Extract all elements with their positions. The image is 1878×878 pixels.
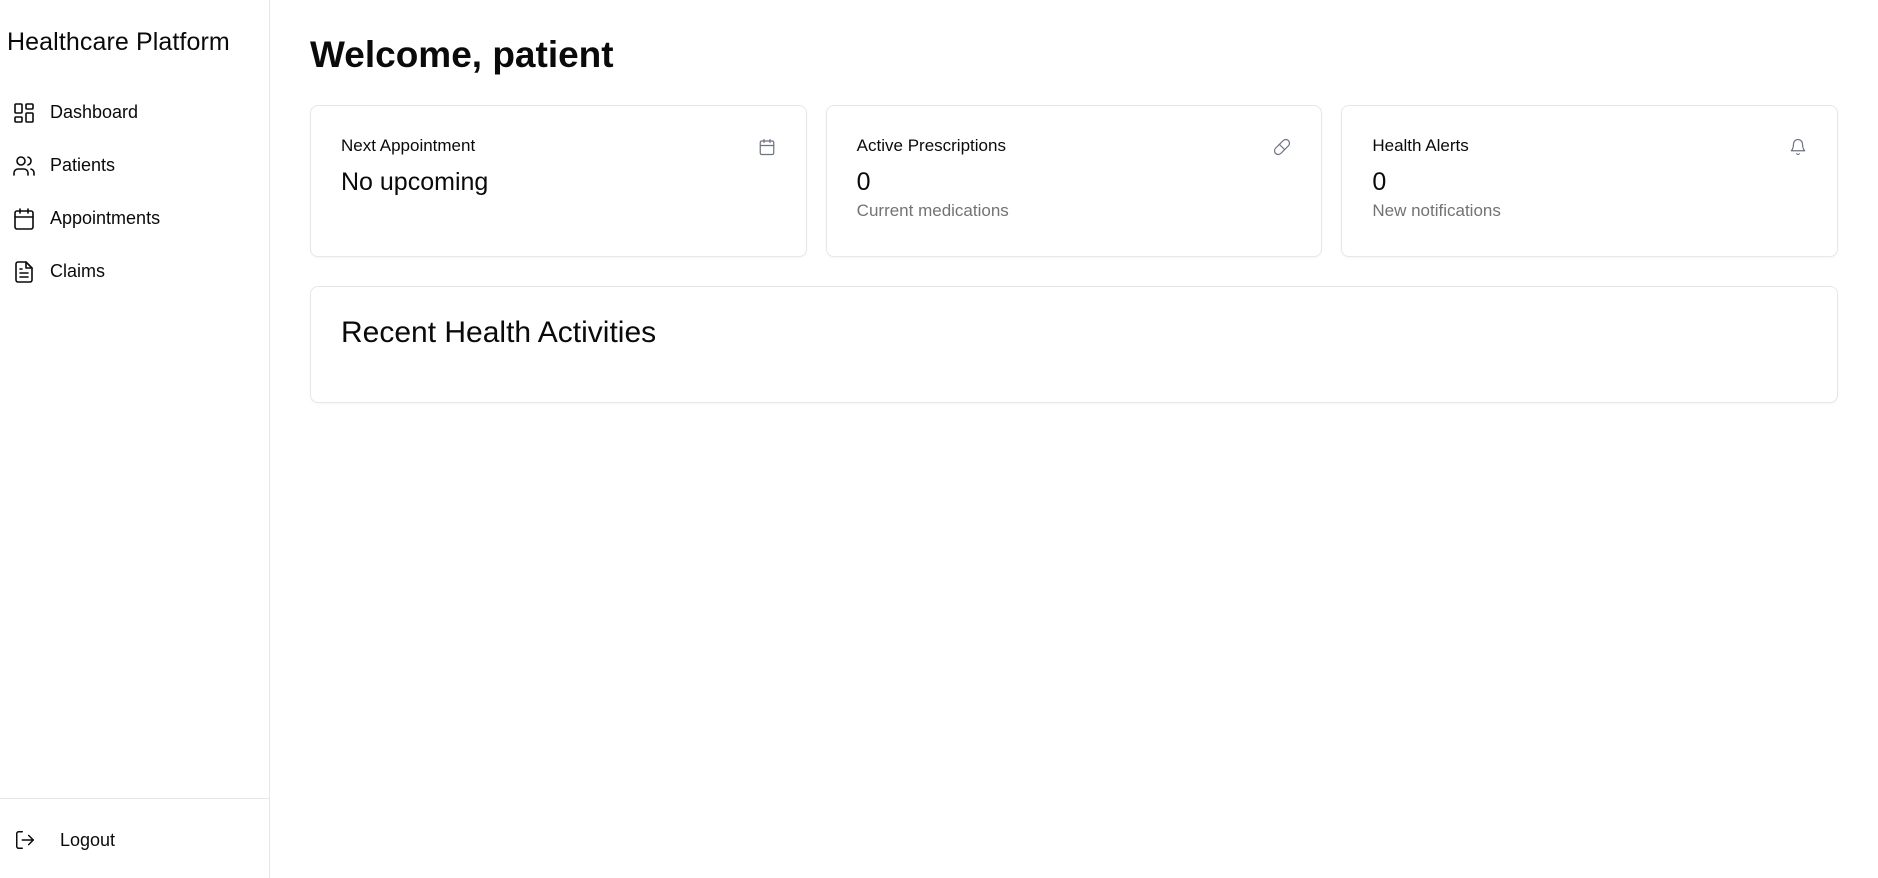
health-alerts-card: Health Alerts 0 New notifications	[1341, 105, 1839, 257]
file-text-icon	[12, 260, 36, 284]
card-value: 0	[1372, 168, 1387, 196]
logout-icon	[14, 829, 36, 851]
main-content: Welcome, patient Next Appointment No upc…	[270, 0, 1878, 878]
app-root: Healthcare Platform Dashboard Patients A…	[0, 0, 1878, 878]
card-subtitle: Current medications	[856, 201, 1009, 220]
bell-icon	[1789, 138, 1807, 156]
logout-label: Logout	[60, 829, 116, 850]
card-title: Active Prescriptions	[856, 136, 1006, 155]
card-title: Health Alerts	[1372, 136, 1469, 155]
recent-activities-title: Recent Health Activities	[341, 316, 657, 349]
sidebar-item-label: Claims	[50, 261, 106, 281]
card-value: No upcoming	[341, 168, 489, 196]
sidebar-item-patients[interactable]: Patients	[0, 139, 269, 192]
sidebar-item-label: Patients	[50, 155, 116, 175]
calendar-icon	[758, 138, 776, 156]
sidebar-item-label: Appointments	[50, 208, 161, 228]
sidebar-footer: Logout	[0, 798, 269, 878]
card-title: Next Appointment	[341, 136, 476, 155]
next-appointment-card: Next Appointment No upcoming	[310, 105, 807, 257]
active-prescriptions-card: Active Prescriptions 0 Current medicatio…	[825, 105, 1323, 257]
sidebar-item-dashboard[interactable]: Dashboard	[0, 86, 269, 139]
users-icon	[12, 154, 36, 178]
card-value: 0	[856, 168, 871, 196]
pill-icon	[1273, 138, 1291, 156]
logout-button[interactable]: Logout	[14, 829, 115, 851]
summary-cards: Next Appointment No upcoming Active Pres…	[310, 105, 1839, 257]
sidebar-nav: Dashboard Patients Appointments Claims	[0, 86, 269, 298]
sidebar-item-claims[interactable]: Claims	[0, 245, 269, 298]
card-subtitle: New notifications	[1372, 201, 1501, 220]
sidebar-item-label: Dashboard	[50, 102, 139, 122]
layout-dashboard-icon	[12, 101, 36, 125]
app-title: Healthcare Platform	[7, 28, 230, 56]
sidebar: Healthcare Platform Dashboard Patients A…	[0, 0, 270, 878]
page-title: Welcome, patient	[310, 34, 614, 75]
recent-activities-panel: Recent Health Activities	[310, 286, 1838, 403]
sidebar-item-appointments[interactable]: Appointments	[0, 192, 269, 245]
calendar-icon	[12, 207, 36, 231]
